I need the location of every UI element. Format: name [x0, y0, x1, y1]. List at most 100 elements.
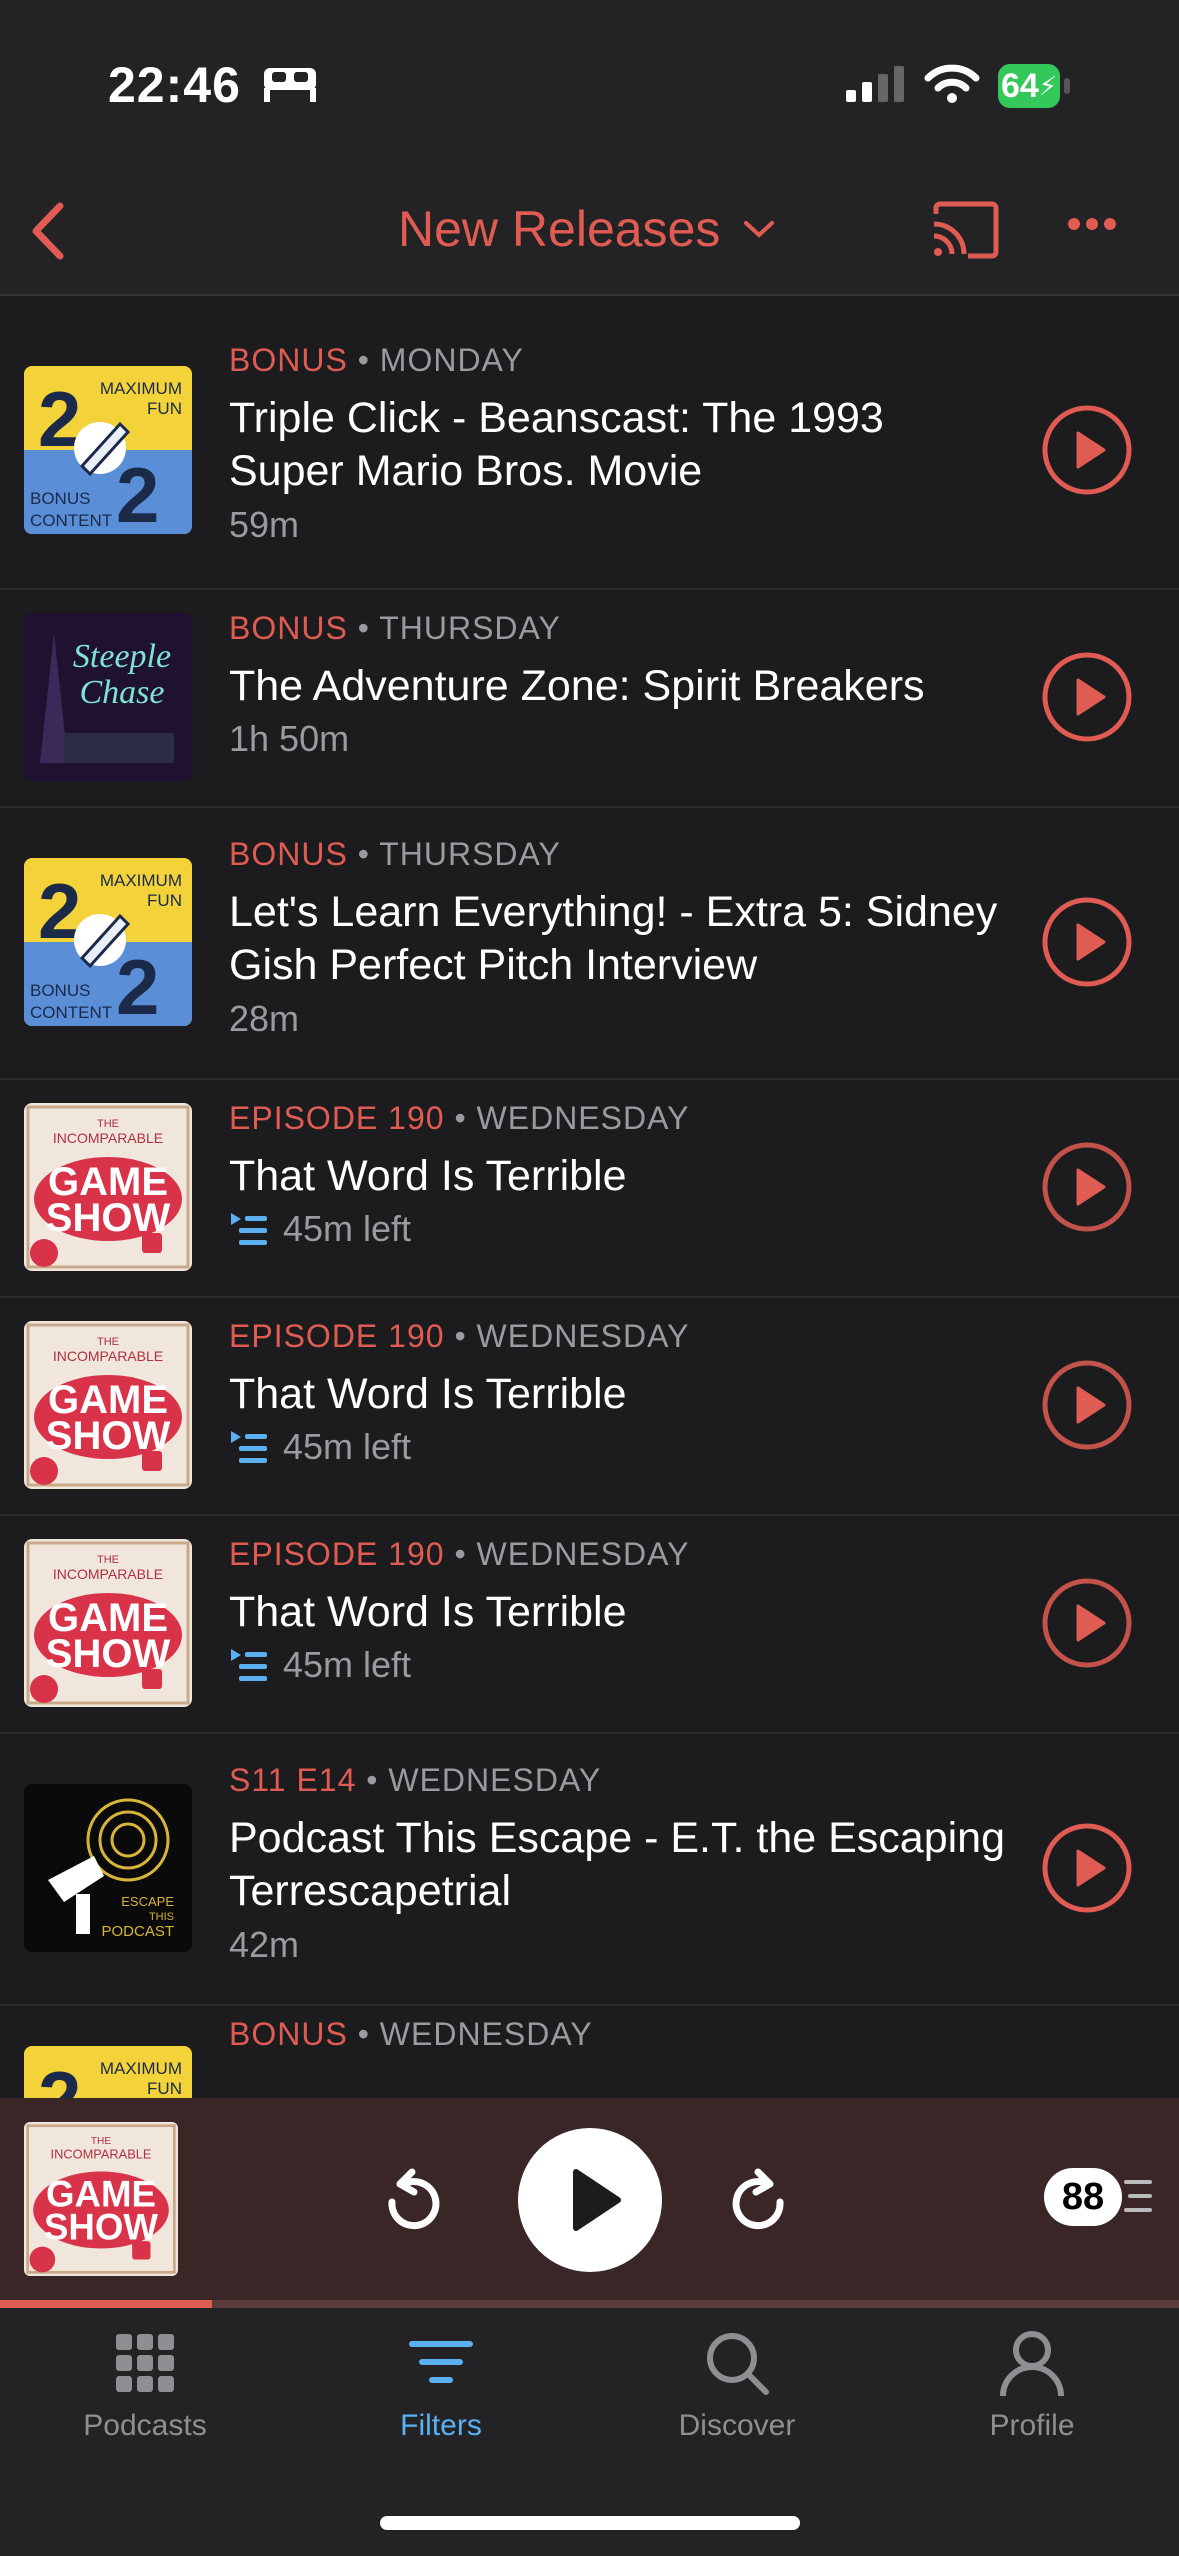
- art-text: PODCAST: [101, 1923, 174, 1940]
- battery-indicator: 64 ⚡: [998, 64, 1060, 108]
- episode-date: MONDAY: [379, 342, 524, 378]
- up-next-queued-icon: [231, 1213, 267, 1245]
- battery-level: 64: [1000, 66, 1039, 105]
- episode-title: The Adventure Zone: Spirit Breakers: [229, 662, 925, 710]
- episode-artwork[interactable]: 22MAXIMUMFUNBONUSCONTENT: [24, 2046, 192, 2098]
- episode-duration-row: 45m left: [229, 1426, 411, 1468]
- episode-meta: BONUS • MONDAY: [229, 342, 524, 378]
- game-show-artwork: THEINCOMPARABLEGAMESHOW: [24, 1103, 192, 1271]
- episode-row[interactable]: THE INCOMPARABLE GAME SHOW EPISODE 190 • WED…: [0, 1514, 1179, 1734]
- play-episode-button[interactable]: [1040, 1576, 1134, 1670]
- art-text: BONUS: [30, 981, 90, 1000]
- episode-date: WEDNESDAY: [379, 2016, 593, 2052]
- art-text: INCOMPARABLE: [53, 1348, 163, 1364]
- episode-artwork[interactable]: THE INCOMPARABLE GAME SHOW: [24, 1321, 192, 1489]
- episode-type: EPISODE 190: [229, 1318, 445, 1354]
- up-next-icon[interactable]: [1124, 2176, 1154, 2216]
- episode-title: That Word Is Terrible: [229, 1370, 627, 1418]
- episode-artwork[interactable]: 22MAXIMUMFUNBONUSCONTENT: [24, 858, 192, 1026]
- play-episode-button[interactable]: [1040, 403, 1134, 497]
- episode-duration: 28m: [229, 998, 300, 1039]
- episode-type: BONUS: [229, 836, 348, 872]
- play-button[interactable]: [518, 2128, 662, 2272]
- episode-row[interactable]: 2 2 MAXIMUM FUN BONUS CONTENT BONUS • THURSDAY…: [0, 806, 1179, 1080]
- play-episode-button[interactable]: [1040, 1358, 1134, 1452]
- episode-meta: EPISODE 190 • WEDNESDAY: [229, 1318, 690, 1354]
- episode-type: BONUS: [229, 2016, 348, 2052]
- art-text: CONTENT: [30, 511, 112, 530]
- episode-date: WEDNESDAY: [388, 1762, 602, 1798]
- episode-row[interactable]: ESCAPE THIS PODCAST S11 E14 • WEDNESDAY Podc…: [0, 1732, 1179, 2006]
- cast-icon[interactable]: [930, 200, 1000, 260]
- episode-meta: BONUS • THURSDAY: [229, 836, 561, 872]
- art-text: THE: [97, 1118, 119, 1130]
- play-episode-icon: [1042, 1823, 1132, 1913]
- art-text: FUN: [147, 891, 182, 910]
- episode-duration: 45m left: [283, 1644, 412, 1685]
- episode-artwork[interactable]: THE INCOMPARABLE GAME SHOW: [24, 1103, 192, 1271]
- more-options-icon[interactable]: [1066, 216, 1118, 232]
- bed-icon: [264, 68, 316, 102]
- episode-duration: 1h 50m: [229, 718, 350, 759]
- art-text: ESCAPE: [121, 1894, 174, 1909]
- playback-progress-fill: [0, 2300, 212, 2308]
- maximum-fun-artwork: 22MAXIMUMFUNBONUSCONTENT: [24, 858, 192, 1026]
- art-text: THE: [97, 1554, 119, 1566]
- mini-player[interactable]: THE INCOMPARABLE GAME SHOW 88: [0, 2098, 1179, 2304]
- chevron-down-icon: [744, 221, 775, 238]
- tab-filters[interactable]: Filters: [321, 2328, 561, 2443]
- art-text: INCOMPARABLE: [53, 1566, 163, 1582]
- home-indicator: [380, 2516, 800, 2530]
- tab-podcasts[interactable]: Podcasts: [25, 2328, 265, 2443]
- episode-duration: 42m: [229, 1924, 300, 1965]
- back-chevron-icon[interactable]: [22, 196, 72, 266]
- episode-artwork[interactable]: 22MAXIMUMFUNBONUSCONTENT: [24, 366, 192, 534]
- episode-row[interactable]: THE INCOMPARABLE GAME SHOW EPISODE 190 • WED…: [0, 1296, 1179, 1516]
- episode-title: That Word Is Terrible: [229, 1152, 627, 1200]
- episode-type: EPISODE 190: [229, 1536, 445, 1572]
- tab-label: Profile: [989, 2409, 1075, 2442]
- skip-forward-icon[interactable]: [730, 2150, 794, 2246]
- playback-speed[interactable]: 88: [1044, 2168, 1122, 2226]
- game-show-artwork: THEINCOMPARABLEGAMESHOW: [24, 2122, 178, 2276]
- episode-row[interactable]: 22MAXIMUMFUNBONUSCONTENT BONUS • WEDNESDA…: [0, 2004, 1179, 2098]
- svg-text:2: 2: [116, 943, 159, 1026]
- episode-artwork[interactable]: THE INCOMPARABLE GAME SHOW: [24, 1539, 192, 1707]
- play-episode-icon: [1042, 652, 1132, 742]
- tab-label: Discover: [678, 2409, 796, 2442]
- game-show-artwork: THEINCOMPARABLEGAMESHOW: [24, 1539, 192, 1707]
- episode-duration-row: 59m: [229, 504, 299, 546]
- profile-icon: [1000, 2331, 1064, 2397]
- episode-duration-row: 45m left: [229, 1644, 411, 1686]
- play-episode-button[interactable]: [1040, 895, 1134, 989]
- art-text: Chase: [80, 674, 165, 711]
- episode-meta: BONUS • WEDNESDAY: [229, 2016, 593, 2052]
- maximum-fun-artwork: 22MAXIMUMFUNBONUSCONTENT: [24, 2046, 192, 2098]
- episode-title: Let's Learn Everything! - Extra 5: Sidne…: [229, 888, 998, 989]
- art-text: THIS: [149, 1911, 174, 1923]
- play-episode-button[interactable]: [1040, 1821, 1134, 1915]
- art-text: THE: [91, 2136, 111, 2147]
- art-text: INCOMPARABLE: [53, 1130, 163, 1146]
- episode-duration: 45m left: [283, 1426, 412, 1467]
- episode-type: EPISODE 190: [229, 1100, 445, 1136]
- episode-artwork[interactable]: Steeple Chase: [24, 613, 192, 781]
- episode-date: WEDNESDAY: [476, 1536, 690, 1572]
- status-time: 22:46: [108, 57, 241, 113]
- play-episode-button[interactable]: [1040, 1140, 1134, 1234]
- art-text: MAXIMUM: [100, 2059, 182, 2078]
- episode-list: 2 2 MAXIMUM FUN BONUS CONTENT BONUS • MONDAY Tr…: [0, 312, 1179, 2098]
- play-episode-button[interactable]: [1040, 650, 1134, 744]
- tab-profile[interactable]: Profile: [912, 2328, 1152, 2443]
- episode-duration-row: 1h 50m: [229, 718, 349, 760]
- episode-artwork[interactable]: ESCAPE THIS PODCAST: [24, 1784, 192, 1952]
- filter-title-dropdown[interactable]: New Releases: [398, 200, 776, 258]
- skip-back-icon[interactable]: [378, 2150, 442, 2246]
- navigation-bar: New Releases: [0, 160, 1179, 296]
- episode-row[interactable]: Steeple Chase BONUS • THURSDAY The Adventur…: [0, 588, 1179, 808]
- now-playing-artwork[interactable]: THE INCOMPARABLE GAME SHOW: [24, 2122, 178, 2276]
- episode-row[interactable]: 2 2 MAXIMUM FUN BONUS CONTENT BONUS • MONDAY Tr…: [0, 312, 1179, 590]
- episode-row[interactable]: THE INCOMPARABLE GAME SHOW EPISODE 190 • WED…: [0, 1078, 1179, 1298]
- episode-type: BONUS: [229, 342, 348, 378]
- tab-discover[interactable]: Discover: [617, 2328, 857, 2443]
